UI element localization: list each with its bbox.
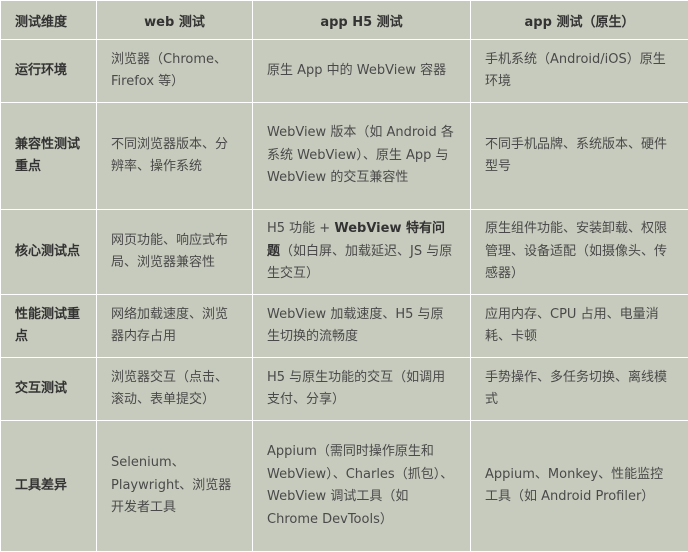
cell-h5: WebView 版本（如 Android 各系统 WebView）、原生 App… [253,103,471,210]
cell-dimension: 交互测试 [1,358,97,421]
cell-h5-prefix: H5 功能 + [267,221,334,236]
cell-web: 网络加载速度、浏览器内存占用 [97,295,253,358]
cell-web: 不同浏览器版本、分辨率、操作系统 [97,103,253,210]
cell-native: 不同手机品牌、系统版本、硬件型号 [471,103,688,210]
cell-web: Selenium、Playwright、浏览器开发者工具 [97,421,253,552]
comparison-table: 测试维度 web 测试 app H5 测试 app 测试（原生） 运行环境 浏览… [0,0,688,552]
table-row: 性能测试重点 网络加载速度、浏览器内存占用 WebView 加载速度、H5 与原… [1,295,688,358]
header-h5: app H5 测试 [253,1,471,40]
cell-web: 浏览器交互（点击、滚动、表单提交） [97,358,253,421]
cell-h5-suffix: （如白屏、加载延迟、JS 与原生交互） [267,244,452,282]
table-row: 兼容性测试重点 不同浏览器版本、分辨率、操作系统 WebView 版本（如 An… [1,103,688,210]
header-dimension: 测试维度 [1,1,97,40]
cell-native: 应用内存、CPU 占用、电量消耗、卡顿 [471,295,688,358]
cell-native: 手机系统（Android/iOS）原生环境 [471,40,688,103]
cell-dimension: 兼容性测试重点 [1,103,97,210]
table-row: 交互测试 浏览器交互（点击、滚动、表单提交） H5 与原生功能的交互（如调用支付… [1,358,688,421]
table-row: 核心测试点 网页功能、响应式布局、浏览器兼容性 H5 功能 + WebView … [1,210,688,295]
header-web: web 测试 [97,1,253,40]
cell-h5: Appium（需同时操作原生和 WebView）、Charles（抓包）、Web… [253,421,471,552]
cell-h5: WebView 加载速度、H5 与原生切换的流畅度 [253,295,471,358]
cell-h5: 原生 App 中的 WebView 容器 [253,40,471,103]
header-row: 测试维度 web 测试 app H5 测试 app 测试（原生） [1,1,688,40]
cell-dimension: 运行环境 [1,40,97,103]
cell-native: 原生组件功能、安装卸载、权限管理、设备适配（如摄像头、传感器） [471,210,688,295]
cell-dimension: 工具差异 [1,421,97,552]
table-row: 运行环境 浏览器（Chrome、Firefox 等） 原生 App 中的 Web… [1,40,688,103]
cell-web: 浏览器（Chrome、Firefox 等） [97,40,253,103]
cell-native: 手势操作、多任务切换、离线模式 [471,358,688,421]
header-native: app 测试（原生） [471,1,688,40]
cell-h5: H5 与原生功能的交互（如调用支付、分享） [253,358,471,421]
cell-h5: H5 功能 + WebView 特有问题（如白屏、加载延迟、JS 与原生交互） [253,210,471,295]
cell-web: 网页功能、响应式布局、浏览器兼容性 [97,210,253,295]
cell-native: Appium、Monkey、性能监控工具（如 Android Profiler） [471,421,688,552]
cell-dimension: 核心测试点 [1,210,97,295]
table-row: 工具差异 Selenium、Playwright、浏览器开发者工具 Appium… [1,421,688,552]
cell-dimension: 性能测试重点 [1,295,97,358]
